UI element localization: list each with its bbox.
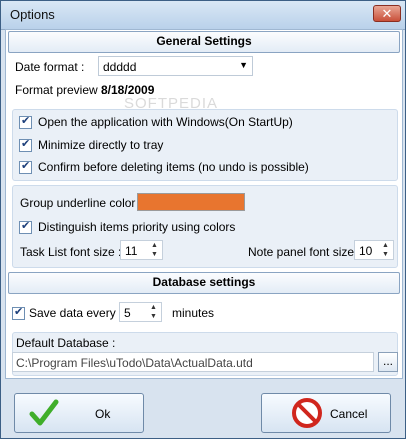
confirm-delete-checkbox[interactable] bbox=[19, 159, 32, 174]
default-database-path: C:\Program Files\uTodo\Data\ActualData.u… bbox=[16, 356, 253, 370]
group-underline-label: Group underline color : bbox=[20, 196, 143, 210]
task-font-size-label: Task List font size : bbox=[20, 245, 122, 259]
date-format-label: Date format : bbox=[15, 60, 85, 74]
note-font-size-value: 10 bbox=[359, 244, 373, 258]
title-bar: Options ✕ bbox=[1, 1, 405, 30]
window-title: Options bbox=[10, 7, 55, 22]
display-options-panel: Group underline color : Distinguish item… bbox=[12, 185, 398, 268]
date-format-select[interactable]: ddddd ▼ bbox=[98, 56, 253, 76]
ok-button[interactable]: Ok bbox=[14, 393, 144, 433]
chevron-down-icon: ▼ bbox=[239, 60, 248, 70]
default-database-label: Default Database : bbox=[16, 336, 116, 350]
spin-arrows-icon[interactable]: ▲ ▼ bbox=[150, 303, 159, 321]
spin-arrows-icon[interactable]: ▲ ▼ bbox=[151, 241, 160, 259]
save-interval-stepper[interactable]: 5 ▲ ▼ bbox=[119, 302, 162, 322]
startup-label: Open the application with Windows(On Sta… bbox=[38, 115, 293, 129]
options-window: Options ✕ General Settings SOFTPEDIA Dat… bbox=[0, 0, 406, 439]
checkmark-icon bbox=[29, 399, 59, 426]
default-database-field[interactable]: C:\Program Files\uTodo\Data\ActualData.u… bbox=[12, 352, 374, 372]
task-font-size-value: 11 bbox=[125, 244, 138, 258]
no-entry-icon bbox=[292, 398, 322, 428]
note-font-size-stepper[interactable]: 10 ▲ ▼ bbox=[354, 240, 394, 260]
general-settings-header: General Settings bbox=[8, 31, 400, 53]
database-settings-header: Database settings bbox=[8, 272, 400, 294]
database-path-panel: Default Database : C:\Program Files\uTod… bbox=[12, 332, 398, 376]
browse-button[interactable]: ... bbox=[378, 352, 398, 372]
distinguish-priority-label: Distinguish items priority using colors bbox=[38, 220, 236, 234]
save-data-checkbox[interactable] bbox=[12, 305, 25, 320]
cancel-button[interactable]: Cancel bbox=[261, 393, 391, 433]
ok-label: Ok bbox=[95, 407, 111, 421]
cancel-label: Cancel bbox=[330, 407, 368, 421]
save-interval-unit: minutes bbox=[172, 306, 215, 320]
confirm-delete-label: Confirm before deleting items (no undo i… bbox=[38, 160, 309, 174]
group-underline-color-swatch[interactable] bbox=[137, 193, 245, 211]
format-preview-label: Format preview : bbox=[15, 83, 105, 97]
note-font-size-label: Note panel font size : bbox=[248, 245, 361, 259]
distinguish-priority-checkbox[interactable] bbox=[19, 219, 32, 234]
options-content: General Settings SOFTPEDIA Date format :… bbox=[5, 29, 403, 379]
minimize-tray-label: Minimize directly to tray bbox=[38, 138, 164, 152]
task-font-size-stepper[interactable]: 11 ▲ ▼ bbox=[120, 240, 163, 260]
save-interval-value: 5 bbox=[124, 306, 131, 320]
date-format-value: ddddd bbox=[103, 60, 137, 74]
format-preview-value: 8/18/2009 bbox=[101, 83, 155, 97]
spin-arrows-icon[interactable]: ▲ ▼ bbox=[382, 241, 391, 259]
close-button[interactable]: ✕ bbox=[373, 5, 401, 22]
startup-options-panel: Open the application with Windows(On Sta… bbox=[12, 109, 398, 181]
startup-checkbox[interactable] bbox=[19, 114, 32, 129]
minimize-tray-checkbox[interactable] bbox=[19, 137, 32, 152]
save-data-label: Save data every : bbox=[29, 306, 123, 320]
